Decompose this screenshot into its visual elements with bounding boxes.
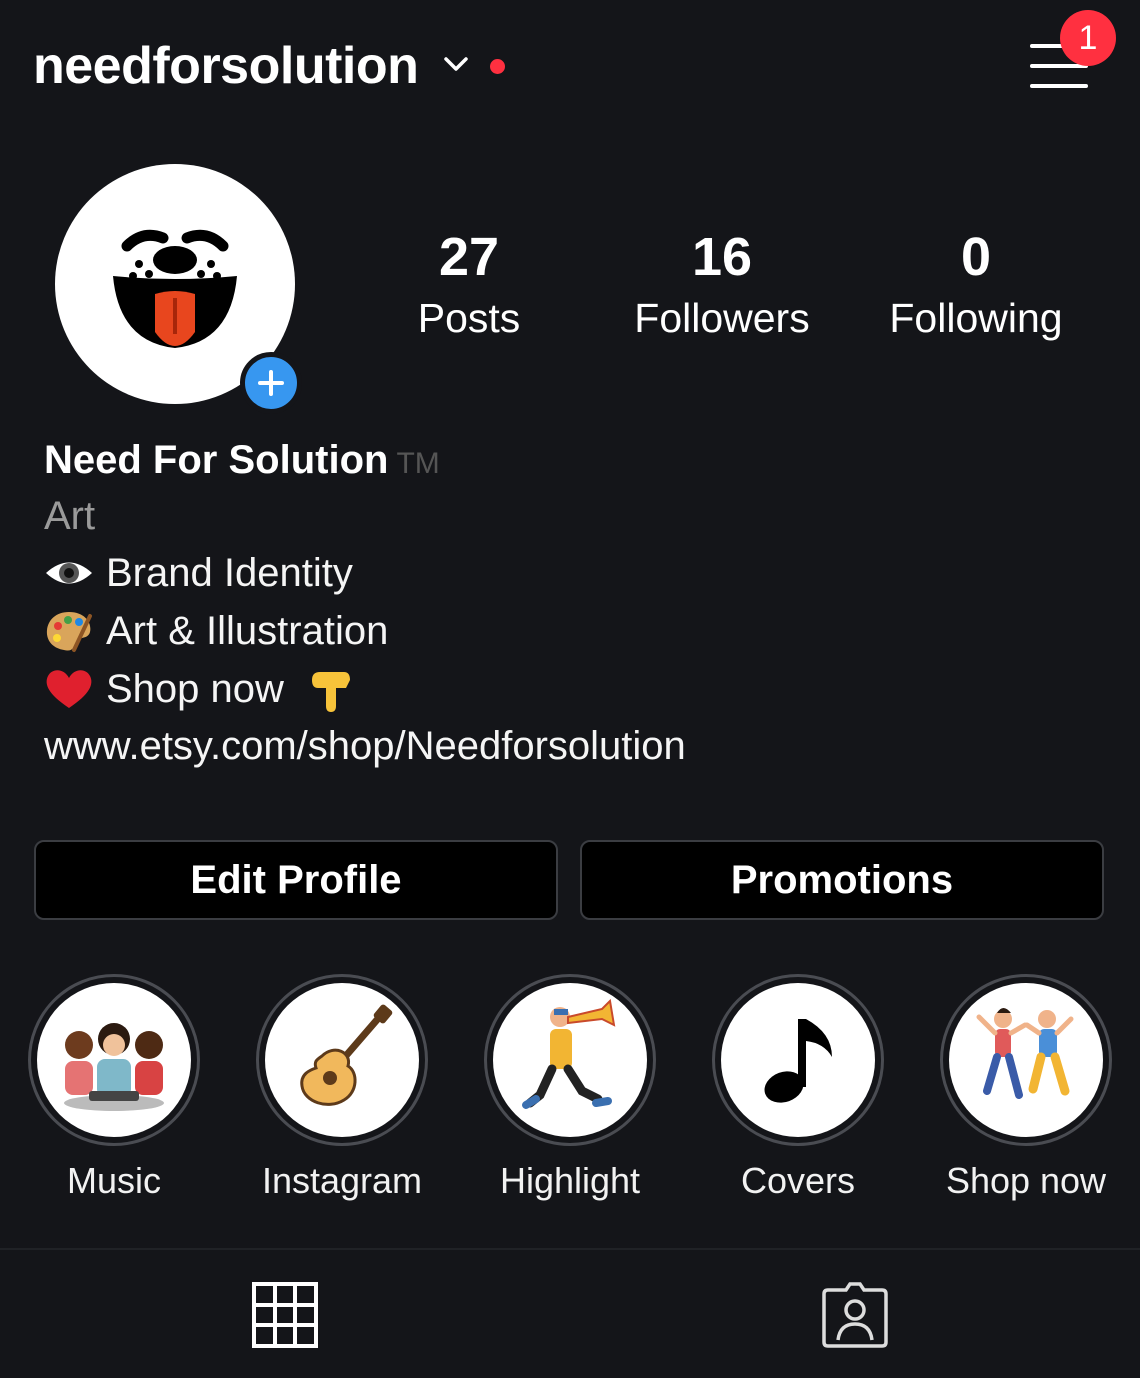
highlight-ring [940, 974, 1112, 1146]
chevron-down-icon[interactable] [443, 54, 469, 74]
stat-followers[interactable]: 16 Followers [602, 226, 842, 346]
grid-icon[interactable] [250, 1280, 320, 1350]
highlight-label: Music [66, 1160, 161, 1201]
trumpet-player-icon [522, 998, 616, 1109]
trademark-mark: TM [396, 447, 440, 480]
promotions-button[interactable]: Promotions [580, 840, 1104, 920]
highlight-cover [37, 983, 191, 1137]
bio-line: Art & Illustration [44, 608, 388, 654]
highlight-cover [949, 983, 1103, 1137]
profile-category: Art [44, 494, 96, 538]
highlight-highlight[interactable]: Highlight [480, 974, 660, 1202]
highlight-cover [265, 983, 419, 1137]
stat-label: Following [889, 295, 1063, 341]
stat-value: 27 [438, 227, 500, 287]
pointing-down-hand-icon [311, 672, 350, 712]
highlight-label: Shop now [945, 1160, 1107, 1201]
highlight-ring [256, 974, 428, 1146]
eye-icon [46, 562, 92, 584]
stat-value: 16 [691, 227, 753, 287]
stat-following[interactable]: 0 Following [856, 226, 1096, 346]
highlight-cover [721, 983, 875, 1137]
profile-username[interactable]: needforsolution [33, 36, 419, 96]
highlight-label: Covers [740, 1160, 856, 1201]
plus-icon [258, 370, 284, 396]
dancing-couple-icon [976, 1008, 1074, 1099]
heart-icon [46, 670, 92, 708]
bio-link[interactable]: www.etsy.com/shop/Needforsolution [44, 724, 686, 769]
highlight-covers[interactable]: Covers [708, 974, 888, 1202]
highlight-instagram[interactable]: Instagram [252, 974, 432, 1202]
stat-value: 0 [960, 227, 992, 287]
add-story-button[interactable] [240, 352, 302, 414]
dj-people-icon [64, 1023, 164, 1111]
music-note-icon [764, 1019, 832, 1103]
bio-line-text: Art & Illustration [106, 608, 389, 653]
bio-line: Shop now [44, 666, 356, 712]
highlight-label: Instagram [261, 1160, 423, 1201]
stat-label: Posts [417, 295, 521, 341]
stat-posts[interactable]: 27 Posts [349, 226, 589, 346]
bio-line: Brand Identity [44, 550, 353, 596]
highlight-label: Highlight [499, 1160, 641, 1201]
stat-label: Followers [634, 295, 810, 341]
bio-line-text: Shop now [106, 666, 284, 711]
highlight-shop-now[interactable]: Shop now [936, 974, 1116, 1202]
highlight-ring [712, 974, 884, 1146]
bio-line-text: Brand Identity [106, 550, 353, 595]
highlight-ring [28, 974, 200, 1146]
guitar-icon [300, 1004, 393, 1106]
profile-display-name: Need For Solution TM [44, 438, 440, 483]
highlight-ring [484, 974, 656, 1146]
highlight-music[interactable]: Music [24, 974, 204, 1202]
display-name-text: Need For Solution [44, 438, 389, 482]
notification-badge: 1 [1060, 10, 1116, 66]
unread-dot [490, 59, 505, 74]
edit-profile-button[interactable]: Edit Profile [34, 840, 558, 920]
highlight-cover [493, 983, 647, 1137]
tab-divider [0, 1248, 1140, 1250]
palette-icon [46, 612, 92, 652]
tagged-photos-icon[interactable] [820, 1280, 890, 1350]
